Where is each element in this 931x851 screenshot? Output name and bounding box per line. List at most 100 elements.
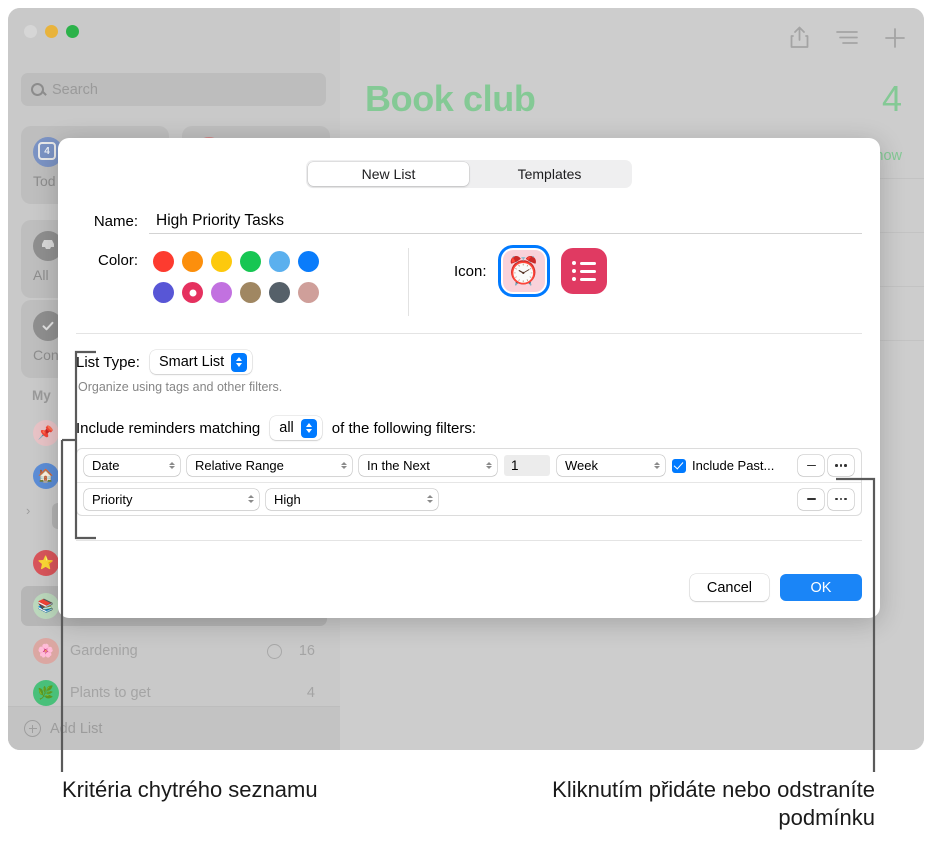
list-type-helper-text: Organize using tags and other filters. — [78, 380, 283, 394]
share-icon[interactable] — [789, 26, 810, 54]
icon-picker: Icon: ⏰ — [454, 248, 607, 294]
folder-disclosure-icon[interactable]: › — [26, 503, 30, 518]
list-name-input[interactable] — [149, 208, 862, 234]
shared-list-icon — [266, 643, 282, 659]
color-swatch-green[interactable] — [236, 246, 265, 277]
new-list-dialog: New List Templates Name: Color: — [58, 138, 880, 618]
filter-row-date: Date Relative Range In the Next 1 Week I… — [77, 449, 861, 482]
list-item-label: Plants to get — [70, 685, 151, 701]
dialog-actions: Cancel OK — [689, 574, 862, 601]
search-icon — [31, 83, 44, 96]
divider — [76, 540, 862, 541]
pin-icon: 📌 — [33, 420, 59, 446]
filter-unit-value: Week — [565, 458, 598, 473]
color-swatch-orange[interactable] — [178, 246, 207, 277]
maximize-window-button[interactable] — [66, 25, 79, 38]
tile-today-label: Tod — [33, 173, 56, 189]
color-swatch-yellow[interactable] — [207, 246, 236, 277]
match-suffix-label: of the following filters: — [331, 419, 477, 437]
color-swatch-pink[interactable] — [178, 277, 207, 308]
ok-button[interactable]: OK — [780, 574, 862, 601]
filter-field-value: Priority — [92, 491, 133, 507]
add-icon[interactable] — [884, 27, 906, 54]
more-options-button[interactable] — [828, 455, 854, 476]
divider — [408, 248, 409, 316]
color-swatch-grid — [149, 246, 323, 308]
chevron-updown-icon — [427, 495, 433, 503]
color-swatch-red[interactable] — [149, 246, 178, 277]
list-item[interactable]: 🌸 Gardening 16 — [21, 631, 327, 671]
window-toolbar — [789, 26, 906, 54]
remove-filter-button[interactable] — [798, 488, 824, 510]
list-view-icon[interactable] — [836, 29, 858, 52]
tile-completed-label: Con — [33, 347, 59, 363]
divider — [76, 333, 862, 334]
color-swatch-blue[interactable] — [294, 246, 323, 277]
list-type-select[interactable]: Smart List — [149, 350, 253, 374]
home-icon: 🏠 — [33, 463, 59, 489]
reminder-count: 4 — [881, 78, 902, 119]
color-swatch-dusty-rose[interactable] — [294, 277, 323, 308]
filter-field-value: Date — [92, 458, 120, 473]
color-swatch-purple[interactable] — [207, 277, 236, 308]
filter-field-select[interactable]: Priority — [84, 488, 259, 510]
alarm-clock-glyph: ⏰ — [506, 255, 541, 286]
books-icon: 📚 — [33, 593, 59, 619]
filter-value-select[interactable]: High — [266, 488, 438, 510]
filter-list: Date Relative Range In the Next 1 Week I… — [76, 448, 862, 516]
include-past-label: Include Past... — [692, 458, 775, 473]
tab-templates[interactable]: Templates — [469, 162, 630, 186]
alarm-clock-icon[interactable]: ⏰ — [500, 248, 547, 294]
filter-amount-input[interactable]: 1 — [504, 455, 550, 476]
filter-comparator-select[interactable]: Relative Range — [187, 455, 352, 476]
color-swatch-brown[interactable] — [236, 277, 265, 308]
plus-circle-icon — [24, 720, 41, 737]
filter-row-actions — [798, 488, 854, 510]
callout-right-caption: Kliknutím přidáte nebo odstraníte podmín… — [552, 777, 875, 830]
my-lists-header: My — [32, 388, 51, 403]
tile-all-label: All — [33, 267, 49, 283]
chevron-updown-icon — [169, 461, 175, 470]
flower-icon: 🌸 — [33, 638, 59, 664]
color-swatch-indigo[interactable] — [149, 277, 178, 308]
match-mode-value: all — [279, 420, 294, 436]
filter-unit-select[interactable]: Week — [557, 455, 665, 476]
more-options-button[interactable] — [828, 488, 854, 510]
today-badge: 4 — [38, 142, 56, 160]
icon-label: Icon: — [454, 262, 487, 280]
search-input[interactable]: Search — [21, 73, 326, 106]
tab-new-list[interactable]: New List — [308, 162, 469, 186]
add-list-label: Add List — [50, 720, 103, 737]
filter-comparator-value: Relative Range — [195, 458, 284, 473]
color-swatch-slate[interactable] — [265, 277, 294, 308]
include-past-checkbox[interactable]: Include Past... — [672, 458, 774, 473]
minimize-window-button[interactable] — [45, 25, 58, 38]
color-swatch-light-blue[interactable] — [265, 246, 294, 277]
screenshot-stage: Search 4 Tod All Con My 📌 🏠 › ⭐ 📚 🌸 Gard… — [0, 0, 931, 851]
list-type-row: List Type: Smart List — [76, 350, 253, 374]
window-traffic-lights[interactable] — [24, 25, 79, 38]
filter-operator-select[interactable]: In the Next — [359, 455, 497, 476]
match-mode-select[interactable]: all — [270, 416, 322, 440]
chevron-updown-icon — [341, 461, 347, 470]
filter-row-priority: Priority High — [77, 482, 861, 515]
match-rule-row: Include reminders matching all of the fo… — [76, 416, 476, 440]
filter-row-actions — [798, 455, 854, 476]
add-list-button[interactable]: Add List — [8, 706, 340, 750]
cancel-button[interactable]: Cancel — [689, 574, 769, 601]
list-type-value: Smart List — [158, 354, 225, 370]
filter-operator-value: In the Next — [367, 458, 430, 473]
color-label: Color: — [97, 252, 138, 269]
color-picker: Color: — [76, 246, 323, 308]
name-field-row: Name: — [76, 206, 862, 236]
bullet-list-icon[interactable] — [560, 248, 607, 294]
chevron-updown-icon — [654, 461, 660, 470]
list-type-label: List Type: — [76, 353, 140, 371]
filter-field-select[interactable]: Date — [84, 455, 180, 476]
list-item-count: 4 — [306, 685, 315, 701]
chevron-updown-icon — [231, 352, 248, 372]
close-window-button[interactable] — [24, 25, 37, 38]
remove-filter-button[interactable] — [798, 455, 824, 476]
dialog-tabs[interactable]: New List Templates — [306, 160, 632, 188]
chevron-updown-icon — [300, 418, 317, 438]
